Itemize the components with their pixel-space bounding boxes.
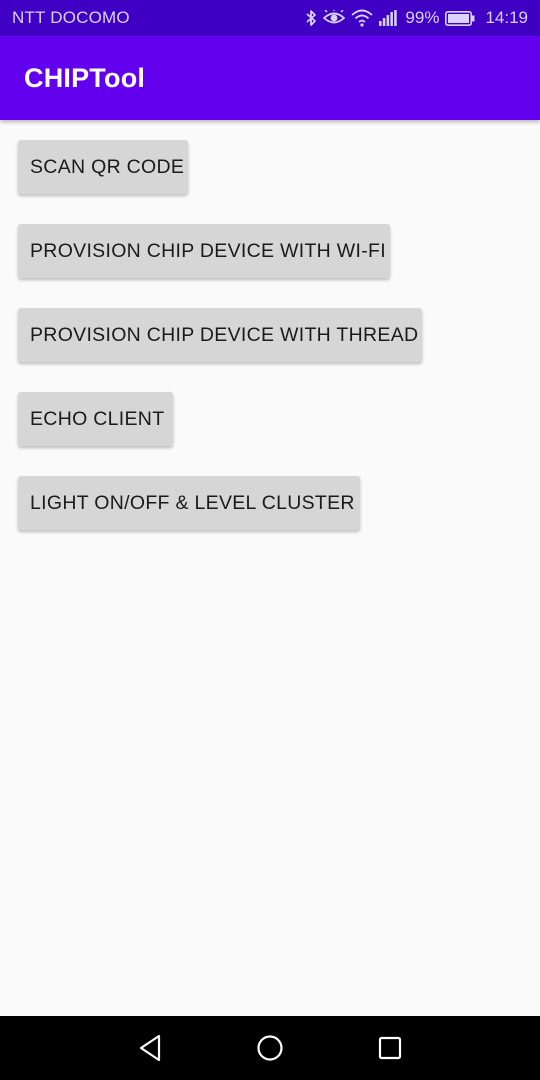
- status-icons: 99% 14:19: [305, 8, 528, 28]
- home-icon[interactable]: [252, 1030, 288, 1066]
- main-content: SCAN QR CODE PROVISION CHIP DEVICE WITH …: [0, 120, 540, 1016]
- scan-qr-code-button[interactable]: SCAN QR CODE: [18, 140, 188, 194]
- clock: 14:19: [485, 8, 528, 27]
- recent-apps-icon[interactable]: [372, 1030, 408, 1066]
- wifi-icon: [351, 9, 374, 27]
- status-bar: NTT DOCOMO 99% 14:19: [0, 0, 540, 36]
- provision-thread-button[interactable]: PROVISION CHIP DEVICE WITH THREAD: [18, 308, 422, 362]
- battery-icon: [445, 10, 475, 26]
- provision-wifi-button[interactable]: PROVISION CHIP DEVICE WITH WI-FI: [18, 224, 390, 278]
- navigation-bar: [0, 1016, 540, 1080]
- light-cluster-button[interactable]: LIGHT ON/OFF & LEVEL CLUSTER: [18, 476, 360, 530]
- app-bar: CHIPTool: [0, 36, 540, 120]
- back-icon[interactable]: [132, 1030, 168, 1066]
- echo-client-button[interactable]: ECHO CLIENT: [18, 392, 173, 446]
- bluetooth-icon: [305, 9, 317, 27]
- signal-icon: [379, 10, 398, 26]
- battery-percent: 99%: [405, 8, 440, 27]
- eye-icon: [323, 10, 346, 26]
- app-title: CHIPTool: [24, 62, 146, 93]
- carrier-name: NTT DOCOMO: [12, 8, 130, 27]
